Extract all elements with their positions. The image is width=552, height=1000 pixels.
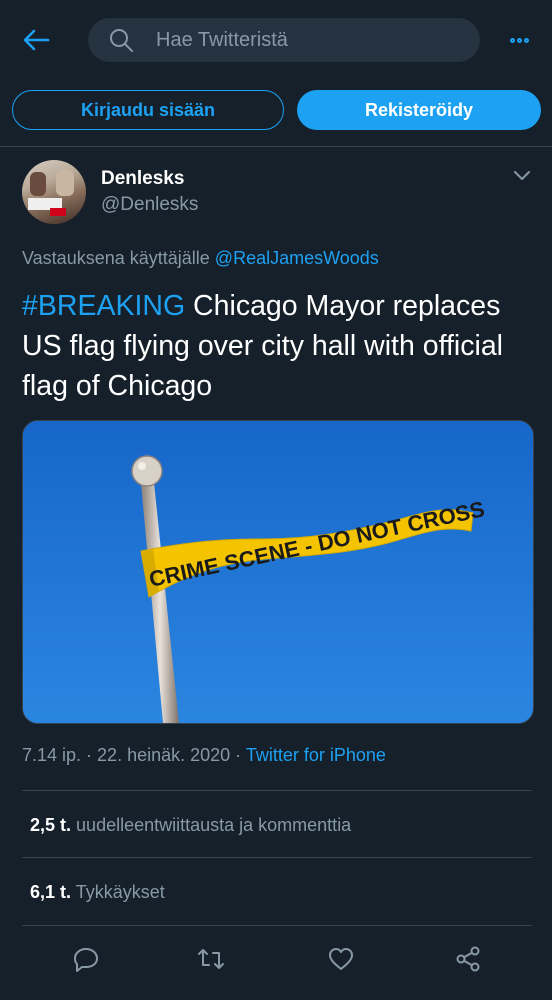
author-name[interactable]: Denlesks [101,168,184,190]
likes-stat[interactable]: 6,1 t. Tykkäykset [30,882,165,903]
share-icon [456,946,480,972]
replying-prefix: Vastauksena käyttäjälle [22,248,210,268]
tweet-menu-button[interactable] [512,168,532,184]
like-icon [329,948,353,970]
search-icon [110,29,133,52]
tweet-source[interactable]: Twitter for iPhone [246,745,386,765]
tweet-text: #BREAKING Chicago Mayor replaces US flag… [22,286,538,406]
search-input[interactable] [154,27,458,53]
search-box[interactable] [88,18,480,62]
retweets-stat[interactable]: 2,5 t. uudelleentwiittausta ja kommentti… [30,815,351,836]
flag-image: CRIME SCENE - DO NOT CROSS [23,421,533,723]
avatar[interactable] [22,160,86,224]
share-button[interactable] [453,944,483,974]
chevron-down-icon [514,171,530,180]
tweet-time: 7.14 ip. · 22. heinäk. 2020 · [22,745,246,765]
retweet-icon [198,949,224,969]
author-handle[interactable]: @Denlesks [101,194,198,216]
divider [22,790,532,791]
back-button[interactable] [18,22,54,58]
tweet-actions [22,940,532,980]
retweets-label: uudelleentwiittausta ja kommenttia [76,815,352,835]
login-button[interactable]: Kirjaudu sisään [12,90,284,130]
top-bar [0,0,552,82]
reply-icon [74,948,98,972]
replying-to: Vastauksena käyttäjälle @RealJamesWoods [22,248,379,269]
divider [22,857,532,858]
divider [22,925,532,926]
more-button[interactable] [504,28,534,52]
tweet-meta: 7.14 ip. · 22. heinäk. 2020 · Twitter fo… [22,745,386,766]
reply-button[interactable] [71,944,101,974]
more-horizontal-icon [509,37,515,43]
likes-count: 6,1 t. [30,882,72,902]
mention-link[interactable]: @RealJamesWoods [215,248,379,268]
divider [0,146,552,147]
retweets-count: 2,5 t. [30,815,72,835]
arrow-left-icon [23,29,50,51]
likes-label: Tykkäykset [75,882,165,902]
hashtag-link[interactable]: #BREAKING [22,290,185,322]
retweet-button[interactable] [196,944,226,974]
tweet-image[interactable]: CRIME SCENE - DO NOT CROSS [22,420,534,724]
like-button[interactable] [326,944,356,974]
signup-button[interactable]: Rekisteröidy [297,90,541,130]
